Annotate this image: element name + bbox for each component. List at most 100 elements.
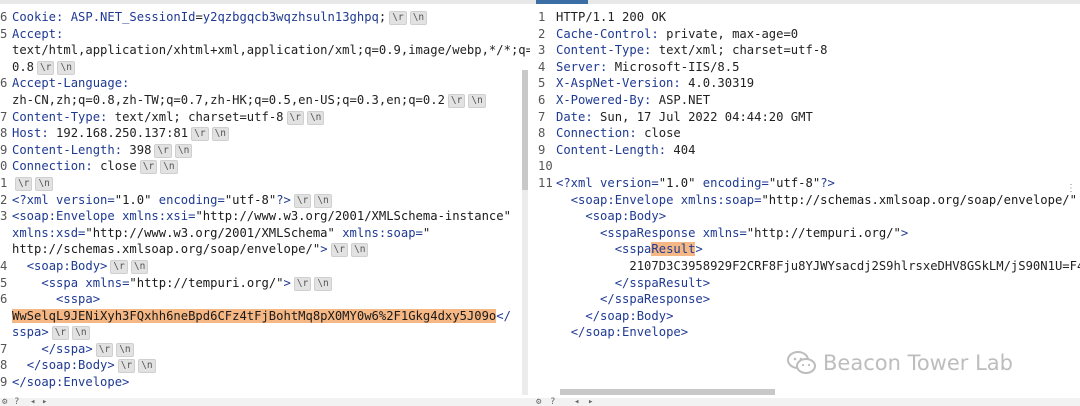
line-number: 1: [538, 10, 546, 24]
non-printing-char-token: \n: [350, 243, 369, 258]
response-editor[interactable]: 1 HTTP/1.1 200 OK 2 Cache-Control: private,…: [530, 9, 1080, 341]
request-scroll-thumb[interactable]: [522, 70, 528, 190]
response-line[interactable]: 7 Date: Sun, 17 Jul 2022 04:44:20 GMT: [530, 109, 1080, 126]
request-line[interactable]: 6 Cookie: ASP.NET_SessionId=y2qzbgqcb3wqz…: [0, 9, 530, 26]
non-printing-char-token: \r: [51, 326, 70, 341]
non-printing-char-token: \r: [293, 193, 312, 208]
code-text: </: [496, 308, 511, 323]
code-text: http://schemas.xmlsoap.org/soap/envelope…: [12, 242, 321, 257]
line-number: 3: [0, 209, 8, 224]
code-text: xmlns:xsd=: [12, 225, 86, 240]
code-text: private, max-age=0: [666, 26, 799, 41]
response-line[interactable]: </soap:Body>: [530, 308, 1080, 325]
request-line[interactable]: 8 </soap:Body> \r \n: [0, 357, 530, 374]
request-pane: 6 Cookie: ASP.NET_SessionId=y2qzbgqcb3wqz…: [0, 0, 530, 406]
code-text: Accept:: [12, 26, 64, 41]
response-line[interactable]: 11 <?xml version="1.0" encoding="utf-8"?>: [530, 175, 1080, 192]
response-line[interactable]: 5 X-AspNet-Version: 4.0.30319: [530, 75, 1080, 92]
request-line[interactable]: 0 Connection: close \r \n: [0, 158, 530, 175]
line-number: 9: [0, 375, 8, 390]
code-text: </sspaResponse>: [600, 292, 711, 307]
request-line[interactable]: xmlns:xsd="http://www.w3.org/2001/XMLSch…: [0, 225, 530, 242]
fold-marker-icon[interactable]: ⋮: [1066, 183, 1076, 194]
response-line[interactable]: </sspaResponse>: [530, 291, 1080, 308]
code-text: 4.0.30319: [688, 76, 755, 91]
response-line[interactable]: <sspaResponse xmlns="http://tempuri.org/…: [530, 225, 1080, 242]
code-text: Host:: [12, 126, 57, 141]
code-text: xmlns:soap=: [342, 225, 423, 240]
request-line[interactable]: http://schemas.xmlsoap.org/soap/envelope…: [0, 241, 530, 258]
response-line[interactable]: 2 Cache-Control: private, max-age=0: [530, 26, 1080, 43]
line-number: 9: [0, 142, 8, 157]
request-vertical-scrollbar[interactable]: [522, 70, 528, 395]
code-text: <sspa: [614, 242, 652, 257]
response-line[interactable]: 10: [530, 158, 1080, 175]
request-line[interactable]: 2 <?xml version="1.0" encoding="utf-8"?> \…: [0, 192, 530, 209]
request-line[interactable]: 7 Content-Type: text/xml; charset=utf-8 \r…: [0, 109, 530, 126]
non-printing-char-token: \r: [117, 359, 136, 374]
request-line[interactable]: 5 <sspa xmlns="http://tempuri.org/"> \r \n: [0, 275, 530, 292]
response-line[interactable]: </sspaResult>: [530, 275, 1080, 292]
request-editor[interactable]: 6 Cookie: ASP.NET_SessionId=y2qzbgqcb3wqz…: [0, 9, 530, 391]
code-text: Server:: [556, 59, 615, 74]
response-line[interactable]: 9 Content-Length: 404: [530, 142, 1080, 159]
previous-match-icon[interactable]: ◂: [30, 398, 40, 406]
request-line[interactable]: 0.8 \r \n: [0, 59, 530, 76]
previous-match-icon[interactable]: ◂: [574, 398, 584, 406]
request-line[interactable]: 5 Accept:: [0, 26, 530, 43]
code-text: <sspaResponse: [600, 225, 703, 240]
non-printing-char-token: \n: [138, 359, 156, 374]
request-line[interactable]: WwSelqL9JENiXyh3FQxhh6neBpd6CFz4tFjBohtM…: [0, 308, 530, 325]
next-match-icon[interactable]: ▸: [42, 398, 52, 406]
request-line[interactable]: 9 Content-Length: 398 \r \n: [0, 142, 530, 159]
response-line[interactable]: 1 HTTP/1.1 200 OK: [530, 9, 1080, 26]
line-number: 1: [0, 175, 8, 190]
response-line[interactable]: <soap:Body>: [530, 208, 1080, 225]
settings-icon[interactable]: ⚙: [536, 398, 546, 406]
response-line[interactable]: 2107D3C3958929F2CRF8Fju8YJWYsacdj2S9hlrs…: [530, 258, 1080, 275]
response-horizontal-scrollbar[interactable]: [560, 389, 775, 395]
response-line[interactable]: 8 Connection: close: [530, 125, 1080, 142]
request-tabbar[interactable]: [0, 0, 530, 4]
request-line[interactable]: 9 </soap:Envelope>: [0, 374, 530, 391]
request-line[interactable]: text/html,application/xhtml+xml,applicat…: [0, 42, 530, 59]
response-line[interactable]: </soap:Envelope>: [530, 324, 1080, 341]
response-line[interactable]: <sspaResult>: [530, 241, 1080, 258]
request-line[interactable]: 7 </sspa> \r \n: [0, 341, 530, 358]
line-number: 8: [538, 126, 546, 141]
line-number: 6: [538, 92, 546, 107]
settings-icon[interactable]: ⚙: [2, 398, 12, 406]
non-printing-char-token: \n: [314, 193, 332, 208]
request-line[interactable]: 8 Host: 192.168.250.137:81 \r \n: [0, 125, 530, 142]
code-text: Connection:: [12, 159, 101, 174]
burp-message-viewer: 6 Cookie: ASP.NET_SessionId=y2qzbgqcb3wqz…: [0, 0, 1080, 406]
request-line[interactable]: 6 <sspa>: [0, 291, 530, 308]
response-tabbar[interactable]: [530, 0, 1080, 4]
request-line[interactable]: 3 <soap:Envelope xmlns:xsi="http://www.w3…: [0, 208, 530, 225]
next-match-icon[interactable]: ▸: [588, 398, 598, 406]
help-icon[interactable]: ?: [14, 398, 24, 406]
request-line[interactable]: zh-CN,zh;q=0.8,zh-TW;q=0.7,zh-HK;q=0.5,e…: [0, 92, 530, 109]
request-line[interactable]: 6 Accept-Language:: [0, 75, 530, 92]
response-line[interactable]: 3 Content-Type: text/xml; charset=utf-8: [530, 42, 1080, 59]
code-text: 404: [673, 142, 696, 157]
code-text: "http://schemas.xmlsoap.org/soap/envelop…: [761, 192, 1080, 207]
code-text: Content-Type:: [12, 109, 115, 124]
non-printing-char-token: \n: [306, 110, 325, 125]
highlighted-text: WwSelqL9JENiXyh3FQxhh6neBpd6CFz4tFjBohtM…: [12, 308, 497, 323]
request-line[interactable]: 1 \r \n: [0, 175, 530, 192]
code-text: "1.0": [114, 192, 159, 207]
request-line[interactable]: 4 <soap:Body> \r \n: [0, 258, 530, 275]
response-line[interactable]: 4 Server: Microsoft-IIS/8.5: [530, 59, 1080, 76]
response-line[interactable]: <soap:Envelope xmlns:soap="http://schema…: [530, 192, 1080, 209]
response-active-tab[interactable]: [536, 0, 588, 4]
request-line[interactable]: sspa> \r \n: [0, 324, 530, 341]
code-text: text/xml; charset=utf-8: [658, 43, 828, 58]
response-line[interactable]: 6 X-Powered-By: ASP.NET: [530, 92, 1080, 109]
non-printing-char-token: \n: [174, 143, 193, 158]
help-icon[interactable]: ?: [550, 398, 560, 406]
code-text: Sun, 17 Jul 2022 04:44:20 GMT: [600, 109, 813, 124]
